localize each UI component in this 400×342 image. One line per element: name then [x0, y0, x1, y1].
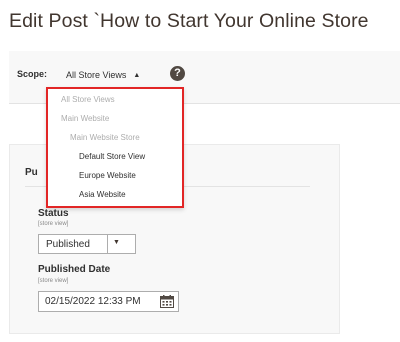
caret-up-icon[interactable]: ▲ — [133, 72, 140, 79]
scope-selected-value[interactable]: All Store Views — [66, 70, 126, 80]
scope-option-asia-website[interactable]: Asia Website — [79, 190, 126, 200]
select-divider — [107, 235, 108, 253]
scope-option-europe-website[interactable]: Europe Website — [79, 171, 136, 181]
scope-option-default-store-view[interactable]: Default Store View — [79, 152, 145, 162]
published-date-value[interactable]: 02/15/2022 12:33 PM — [45, 296, 141, 307]
status-scope-note: [store view] — [38, 221, 69, 227]
published-date-scope-note: [store view] — [38, 278, 69, 284]
scope-option-main-website: Main Website — [61, 114, 110, 123]
scope-dropdown: All Store Views Main Website Main Websit… — [46, 87, 184, 208]
scope-option-all-store-views: All Store Views — [61, 95, 115, 104]
calendar-icon[interactable] — [160, 295, 174, 308]
status-label: Status — [38, 208, 69, 219]
page-title: Edit Post `How to Start Your Online Stor… — [9, 10, 369, 32]
help-icon[interactable]: ? — [170, 66, 185, 81]
scope-option-main-website-store: Main Website Store — [70, 133, 140, 142]
status-select[interactable]: Published ▼ — [38, 234, 136, 254]
published-date-input[interactable]: 02/15/2022 12:33 PM — [38, 291, 179, 312]
published-date-label: Published Date — [38, 264, 111, 275]
scope-label: Scope: — [17, 69, 48, 79]
status-select-value: Published — [46, 239, 90, 250]
section-title: Pu — [25, 167, 38, 178]
chevron-down-icon[interactable]: ▼ — [113, 239, 120, 246]
scope-switcher[interactable]: All Store Views ▲ — [66, 68, 140, 82]
